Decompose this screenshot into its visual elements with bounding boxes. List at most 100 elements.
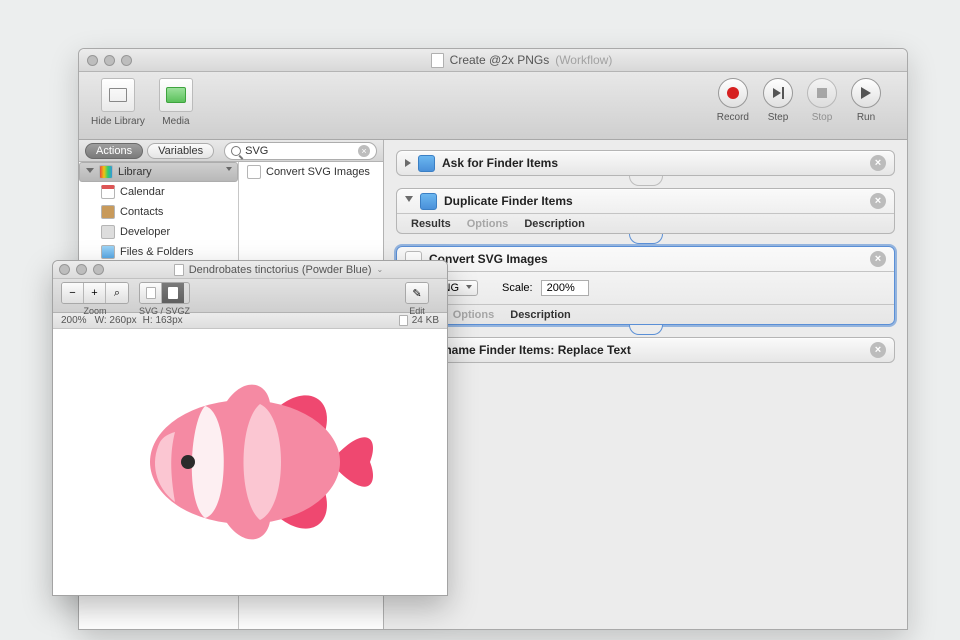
tab-options[interactable]: Options: [453, 309, 495, 321]
developer-icon: [101, 225, 115, 239]
stop-label: Stop: [807, 112, 837, 123]
tab-description[interactable]: Description: [510, 309, 571, 321]
play-icon: [861, 87, 871, 99]
sidebar-item-label: Calendar: [120, 186, 165, 198]
disclosure-open-icon: [86, 168, 94, 177]
sidebar-item-contacts[interactable]: Contacts: [79, 202, 238, 222]
close-window-button[interactable]: [87, 55, 98, 66]
clear-search-button[interactable]: ×: [358, 145, 370, 157]
action-result[interactable]: Convert SVG Images: [239, 162, 383, 182]
close-window-button[interactable]: [59, 264, 70, 275]
pencil-icon: ✎: [412, 287, 421, 300]
remove-step-button[interactable]: ×: [870, 251, 886, 267]
record-button[interactable]: Record: [717, 78, 749, 123]
preview-canvas: [53, 329, 447, 595]
sidebar-tabs: Actions Variables SVG ×: [79, 140, 383, 162]
search-input[interactable]: SVG ×: [224, 142, 377, 160]
minimize-window-button[interactable]: [76, 264, 87, 275]
step-title: Ask for Finder Items: [442, 156, 558, 170]
automator-toolbar: Hide Library Media Record Step Stop Run: [79, 72, 907, 140]
search-value: SVG: [245, 145, 268, 157]
workflow-canvas: Ask for Finder Items × Duplicate Finder …: [384, 140, 907, 629]
scale-input[interactable]: 200%: [541, 280, 589, 296]
disclosure-open-icon: [405, 196, 413, 206]
workflow-document-icon: [431, 53, 444, 68]
hide-library-button[interactable]: Hide Library: [91, 78, 145, 127]
document-icon: [174, 264, 184, 276]
preview-title[interactable]: Dendrobates tinctorius (Powder Blue) ⌄: [116, 264, 441, 276]
scale-label: Scale:: [502, 282, 533, 294]
sidebar-item-developer[interactable]: Developer: [79, 222, 238, 242]
workflow-step-duplicate-finder[interactable]: Duplicate Finder Items × Results Options…: [396, 188, 895, 234]
step-connector: [629, 176, 663, 186]
zoom-window-button[interactable]: [121, 55, 132, 66]
preview-window: Dendrobates tinctorius (Powder Blue) ⌄ −…: [52, 260, 448, 596]
library-root[interactable]: Library: [79, 162, 238, 182]
finder-icon: [101, 245, 115, 259]
remove-step-button[interactable]: ×: [870, 342, 886, 358]
traffic-lights: [59, 264, 104, 275]
status-width: 260px: [109, 315, 136, 326]
action-label: Convert SVG Images: [266, 166, 370, 178]
status-filesize: 24 KB: [412, 315, 439, 326]
tab-description[interactable]: Description: [524, 218, 585, 230]
record-label: Record: [717, 112, 749, 123]
tab-results[interactable]: Results: [411, 218, 451, 230]
status-height: 163px: [155, 315, 182, 326]
minimize-window-button[interactable]: [104, 55, 115, 66]
tab-variables[interactable]: Variables: [147, 143, 214, 159]
step-icon: [773, 88, 781, 98]
workflow-step-rename-finder[interactable]: Rename Finder Items: Replace Text ×: [396, 337, 895, 363]
zoom-group: − + ⌕ Zoom: [61, 282, 129, 316]
step-connector: [629, 234, 663, 244]
fish-illustration: [120, 362, 380, 562]
automator-title-suffix: (Workflow): [555, 53, 612, 67]
record-icon: [727, 87, 739, 99]
sidebar-item-files-folders[interactable]: Files & Folders: [79, 242, 238, 262]
step-title: Duplicate Finder Items: [444, 194, 573, 208]
finder-icon: [420, 193, 437, 210]
media-button[interactable]: Media: [159, 78, 193, 127]
zoom-fit-button[interactable]: ⌕: [106, 283, 128, 303]
zoom-in-button[interactable]: +: [84, 283, 106, 303]
step-button[interactable]: Step: [763, 78, 793, 123]
step-body: e: PNG Scale: 200%: [397, 271, 894, 304]
library-icon: [99, 165, 113, 179]
run-button[interactable]: Run: [851, 78, 881, 123]
step-label: Step: [763, 112, 793, 123]
media-label: Media: [159, 116, 193, 127]
step-tabs: sults Options Description: [397, 304, 894, 324]
automator-title-text: Create @2x PNGs: [450, 53, 550, 67]
library-label: Library: [118, 166, 152, 178]
format-svg-button[interactable]: [140, 283, 162, 303]
sidebar-item-calendar[interactable]: Calendar: [79, 182, 238, 202]
search-icon: [231, 146, 241, 156]
status-h-label: H:: [143, 315, 153, 326]
zoom-out-button[interactable]: −: [62, 283, 84, 303]
status-w-label: W:: [95, 315, 107, 326]
step-tabs: Results Options Description: [397, 213, 894, 233]
stop-button[interactable]: Stop: [807, 78, 837, 123]
hide-library-label: Hide Library: [91, 116, 145, 127]
finder-icon: [418, 155, 435, 172]
stop-icon: [817, 88, 827, 98]
drawer-icon: [109, 88, 127, 102]
remove-step-button[interactable]: ×: [870, 193, 886, 209]
workflow-step-ask-finder[interactable]: Ask for Finder Items ×: [396, 150, 895, 176]
tab-actions[interactable]: Actions: [85, 143, 143, 159]
tab-options[interactable]: Options: [467, 218, 509, 230]
step-connector: [629, 325, 663, 335]
svg-icon: [146, 287, 156, 299]
zoom-window-button[interactable]: [93, 264, 104, 275]
remove-step-button[interactable]: ×: [870, 155, 886, 171]
edit-group: ✎ Edit: [405, 282, 429, 316]
calendar-icon: [101, 185, 115, 199]
edit-button[interactable]: ✎: [406, 283, 428, 303]
preview-titlebar: Dendrobates tinctorius (Powder Blue) ⌄: [53, 261, 447, 279]
media-icon: [166, 87, 186, 103]
preview-title-text: Dendrobates tinctorius (Powder Blue): [189, 264, 372, 276]
svgz-icon: [168, 287, 178, 299]
workflow-step-convert-svg[interactable]: Convert SVG Images × e: PNG Scale: 200% …: [396, 246, 895, 325]
sidebar-item-label: Contacts: [120, 206, 163, 218]
format-svgz-button[interactable]: [162, 283, 184, 303]
